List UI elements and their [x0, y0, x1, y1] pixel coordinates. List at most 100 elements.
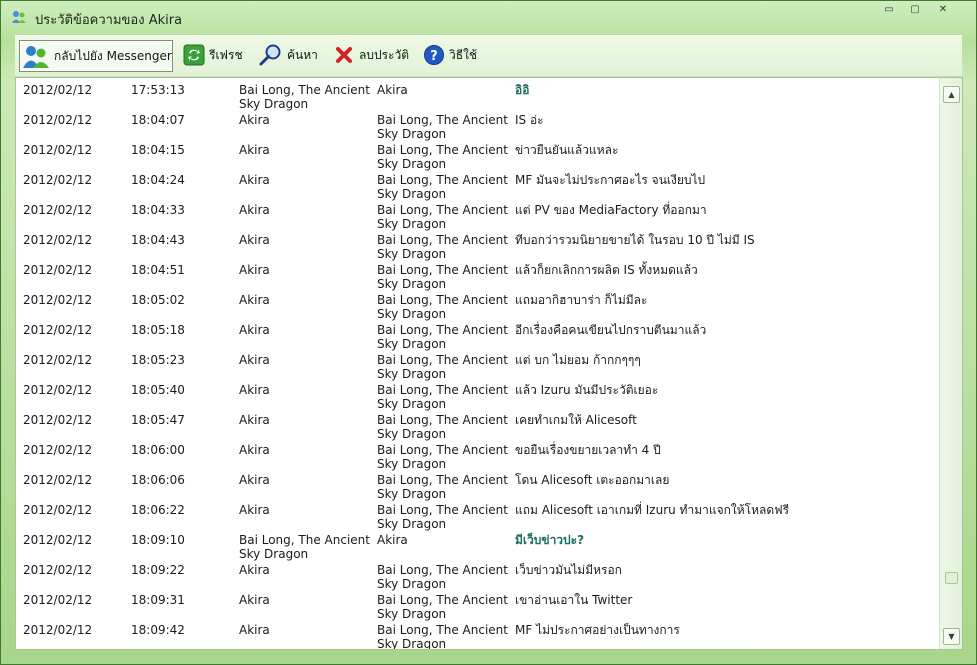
message-row[interactable]: 2012/02/12 18:06:06 Akira Bai Long, The Anc… [16, 468, 938, 501]
message-sender: Akira [239, 113, 270, 127]
message-recipient: Bai Long, The Ancient Sky Dragon [377, 263, 508, 291]
message-recipient: Bai Long, The Ancient Sky Dragon [377, 113, 508, 141]
message-sender: Akira [239, 623, 270, 637]
message-time: 18:05:40 [131, 383, 185, 397]
message-sender: Akira [239, 593, 270, 607]
delete-button-label: ลบประวัติ [359, 47, 410, 62]
message-row[interactable]: 2012/02/12 18:04:07 Akira Bai Long, The Anc… [16, 108, 938, 141]
vertical-scrollbar[interactable]: ▲ ▼ [939, 78, 962, 649]
messenger-buddy-icon [11, 9, 27, 25]
message-text: แต่ PV ของ MediaFactory ที่ออกมา [515, 203, 707, 217]
message-time: 18:06:22 [131, 503, 185, 517]
buddies-icon [22, 43, 50, 69]
message-date: 2012/02/12 [23, 233, 93, 247]
message-time: 18:09:22 [131, 563, 185, 577]
message-date: 2012/02/12 [23, 83, 93, 97]
message-row[interactable]: 2012/02/12 17:53:13 Bai Long, The Ancient … [16, 78, 938, 111]
message-text: ข่าวยืนยันแล้วแหละ [515, 143, 619, 157]
message-text: แล้ว Izuru มันมีประวัติเยอะ [515, 383, 659, 397]
message-sender: Akira [239, 413, 270, 427]
scroll-up-button[interactable]: ▲ [943, 86, 960, 103]
message-time: 18:06:06 [131, 473, 185, 487]
refresh-icon [183, 44, 205, 66]
message-row[interactable]: 2012/02/12 18:05:40 Akira Bai Long, The Anc… [16, 378, 938, 411]
back-button-label: กลับไปยัง Messenger [54, 48, 172, 63]
message-row[interactable]: 2012/02/12 18:04:43 Akira Bai Long, The Anc… [16, 228, 938, 261]
back-to-messenger-button[interactable]: กลับไปยัง Messenger [19, 40, 173, 72]
toolbar: กลับไปยัง Messenger รีเฟรช ค้นหา ลบประวั… [15, 35, 962, 77]
message-sender: Akira [239, 503, 270, 517]
message-date: 2012/02/12 [23, 443, 93, 457]
message-recipient: Bai Long, The Ancient Sky Dragon [377, 323, 508, 351]
message-text: ทีบอกว่ารวมนิยายขายได้ ในรอบ 10 ปี ไม่มี… [515, 233, 755, 247]
message-history-panel: 2012/02/12 17:53:13 Bai Long, The Ancient … [15, 77, 963, 650]
message-recipient: Bai Long, The Ancient Sky Dragon [377, 203, 508, 231]
message-sender: Akira [239, 233, 270, 247]
message-text: MF ไม่ประกาศอย่างเป็นทางการ [515, 623, 680, 637]
message-recipient: Bai Long, The Ancient Sky Dragon [377, 173, 508, 201]
message-text: เว็บข่าวมันไม่มีหรอก [515, 563, 622, 577]
message-sender: Akira [239, 293, 270, 307]
message-recipient: Akira [377, 533, 408, 547]
message-sender: Akira [239, 323, 270, 337]
message-text: แถม Alicesoft เอาเกมที่ Izuru ทำมาแจกให้… [515, 503, 790, 517]
message-date: 2012/02/12 [23, 143, 93, 157]
message-text: แล้วก็ยกเลิกการผลิต IS ทั้งหมดแล้ว [515, 263, 698, 277]
message-row[interactable]: 2012/02/12 18:09:22 Akira Bai Long, The Anc… [16, 558, 938, 591]
message-text: IS อ่ะ [515, 113, 544, 127]
message-row[interactable]: 2012/02/12 18:05:18 Akira Bai Long, The Anc… [16, 318, 938, 351]
message-row[interactable]: 2012/02/12 18:09:31 Akira Bai Long, The Anc… [16, 588, 938, 621]
message-row[interactable]: 2012/02/12 18:05:02 Akira Bai Long, The Anc… [16, 288, 938, 321]
minimize-button[interactable]: ▭ [877, 3, 901, 17]
message-row[interactable]: 2012/02/12 18:05:23 Akira Bai Long, The Anc… [16, 348, 938, 381]
close-button[interactable]: ✕ [931, 3, 955, 17]
message-sender: Akira [239, 143, 270, 157]
message-time: 18:04:51 [131, 263, 185, 277]
message-row[interactable]: 2012/02/12 18:06:00 Akira Bai Long, The Anc… [16, 438, 938, 471]
message-recipient: Bai Long, The Ancient Sky Dragon [377, 233, 508, 261]
message-time: 18:04:43 [131, 233, 185, 247]
message-text: แถมอากิฮาบาร่า ก็ไม่มีละ [515, 293, 648, 307]
search-button[interactable]: ค้นหา [259, 40, 318, 70]
message-row[interactable]: 2012/02/12 18:05:47 Akira Bai Long, The Anc… [16, 408, 938, 441]
svg-text:?: ? [430, 49, 438, 64]
message-text: ขอยืนเรื่องขยายเวลาทำ 4 ปี [515, 443, 661, 457]
message-time: 17:53:13 [131, 83, 185, 97]
message-row[interactable]: 2012/02/12 18:04:15 Akira Bai Long, The Anc… [16, 138, 938, 171]
message-time: 18:09:10 [131, 533, 185, 547]
help-button[interactable]: ? วิธีใช้ [423, 40, 477, 70]
message-time: 18:05:18 [131, 323, 185, 337]
message-row[interactable]: 2012/02/12 18:09:10 Bai Long, The Ancient … [16, 528, 938, 561]
search-button-label: ค้นหา [287, 47, 318, 62]
message-text: เขาอ่านเอาใน Twitter [515, 593, 633, 607]
help-icon: ? [423, 44, 445, 66]
refresh-button[interactable]: รีเฟรช [183, 40, 243, 70]
message-recipient: Bai Long, The Ancient Sky Dragon [377, 443, 508, 471]
message-text: โดน Alicesoft เตะออกมาเลย [515, 473, 670, 487]
message-recipient: Akira [377, 83, 408, 97]
message-row[interactable]: 2012/02/12 18:04:24 Akira Bai Long, The Anc… [16, 168, 938, 201]
message-date: 2012/02/12 [23, 623, 93, 637]
message-date: 2012/02/12 [23, 563, 93, 577]
message-sender: Akira [239, 563, 270, 577]
message-recipient: Bai Long, The Ancient Sky Dragon [377, 143, 508, 171]
scroll-thumb[interactable] [945, 572, 958, 585]
delete-history-button[interactable]: ลบประวัติ [333, 40, 409, 70]
message-history-window: ประวัติข้อความของ Akira ▭ ▢ ✕ กลับไปยัง … [0, 0, 977, 665]
refresh-button-label: รีเฟรช [209, 47, 243, 62]
message-row[interactable]: 2012/02/12 18:06:22 Akira Bai Long, The Anc… [16, 498, 938, 531]
message-time: 18:09:42 [131, 623, 185, 637]
message-text: มีเว็บข่าวปะ? [515, 533, 585, 547]
message-date: 2012/02/12 [23, 473, 93, 487]
message-text: แต่ บก ไม่ยอม ก้ากกๆๆๆ [515, 353, 641, 367]
title-bar[interactable]: ประวัติข้อความของ Akira ▭ ▢ ✕ [1, 1, 976, 33]
restore-button[interactable]: ▢ [903, 3, 927, 17]
scroll-down-button[interactable]: ▼ [943, 628, 960, 645]
message-row[interactable]: 2012/02/12 18:04:33 Akira Bai Long, The Anc… [16, 198, 938, 231]
message-time: 18:04:33 [131, 203, 185, 217]
message-time: 18:09:31 [131, 593, 185, 607]
message-row[interactable]: 2012/02/12 18:09:42 Akira Bai Long, The Anc… [16, 618, 938, 649]
message-list[interactable]: 2012/02/12 17:53:13 Bai Long, The Ancient … [16, 78, 938, 649]
message-row[interactable]: 2012/02/12 18:04:51 Akira Bai Long, The Anc… [16, 258, 938, 291]
message-date: 2012/02/12 [23, 173, 93, 187]
